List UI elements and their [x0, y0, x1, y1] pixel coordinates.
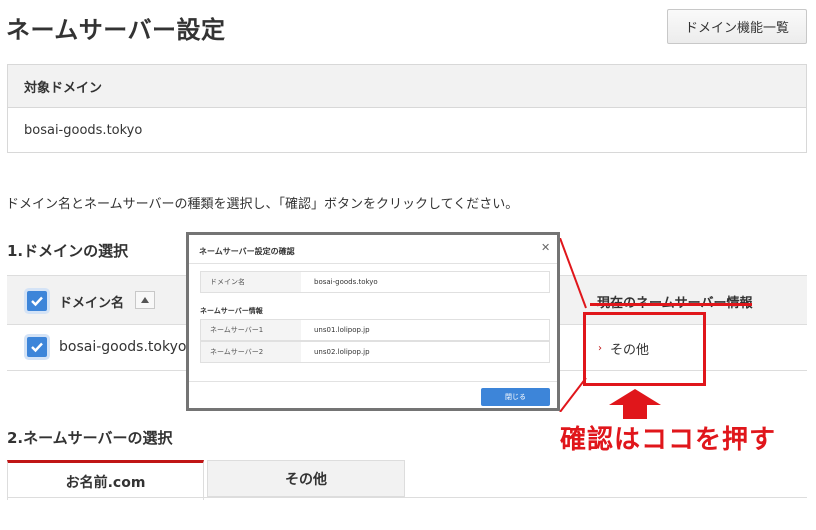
annotation-highlight-box [583, 312, 706, 386]
modal-footer-divider [189, 381, 557, 382]
instruction-text: ドメイン名とネームサーバーの種類を選択し、「確認」ボタンをクリックしてください。 [6, 197, 519, 212]
checkmark-icon [31, 296, 43, 307]
modal-ns1-label: ネームサーバー1 [201, 320, 301, 340]
tab-other[interactable]: その他 [207, 460, 405, 497]
target-domain-box: 対象ドメイン bosai-goods.tokyo [7, 64, 807, 153]
close-icon[interactable]: ✕ [541, 241, 550, 254]
modal-close-button[interactable]: 閉じる [481, 388, 550, 406]
modal-domain-row: ドメイン名 bosai-goods.tokyo [200, 271, 550, 293]
row-domain-name: bosai-goods.tokyo [59, 339, 187, 355]
modal-title: ネームサーバー設定の確認 [199, 247, 295, 256]
tabs-divider [7, 497, 807, 498]
modal-ns1-value: uns01.lolipop.jp [314, 326, 370, 334]
confirm-modal: ネームサーバー設定の確認 ✕ ドメイン名 bosai-goods.tokyo ネ… [186, 232, 560, 411]
domain-column-header: ドメイン名 [59, 296, 125, 311]
checkmark-icon [31, 342, 43, 353]
domain-selection-heading: 1.ドメインの選択 [7, 242, 129, 260]
current-ns-column-header: 現在のネームサーバー情報 [597, 292, 752, 311]
domain-functions-button[interactable]: ドメイン機能一覧 [667, 9, 807, 44]
modal-domain-value: bosai-goods.tokyo [314, 278, 378, 286]
modal-ns2-row: ネームサーバー2 uns02.lolipop.jp [200, 341, 550, 363]
annotation-underline [590, 303, 752, 306]
modal-domain-label: ドメイン名 [201, 272, 301, 292]
sort-up-icon [141, 297, 149, 303]
tab-onamae[interactable]: お名前.com [7, 460, 204, 500]
modal-divider [189, 263, 557, 264]
annotation-connector-line [559, 238, 587, 412]
modal-ns1-row: ネームサーバー1 uns01.lolipop.jp [200, 319, 550, 341]
modal-ns2-label: ネームサーバー2 [201, 342, 301, 362]
page-title: ネームサーバー設定 [6, 16, 226, 44]
modal-ns2-value: uns02.lolipop.jp [314, 348, 370, 356]
row-checkbox[interactable] [27, 337, 47, 357]
annotation-callout: 確認はココを押す [560, 425, 777, 455]
target-domain-value: bosai-goods.tokyo [24, 122, 143, 138]
up-arrow-icon [609, 389, 661, 419]
ns-selection-heading: 2.ネームサーバーの選択 [7, 429, 173, 447]
target-domain-header: 対象ドメイン [8, 65, 806, 108]
sort-button[interactable] [135, 291, 155, 309]
select-all-checkbox[interactable] [27, 291, 47, 311]
modal-ns-section-title: ネームサーバー情報 [200, 307, 263, 315]
